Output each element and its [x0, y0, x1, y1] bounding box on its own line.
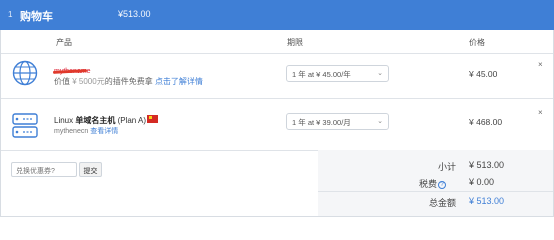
period-select[interactable]: 1 年 at ¥ 39.00/月 ⌄	[286, 113, 389, 130]
column-price: 价格	[469, 38, 485, 47]
divider	[1, 53, 553, 54]
tax-label: 税费?	[386, 177, 446, 190]
divider	[318, 191, 553, 192]
subtotal-value: ¥ 513.00	[469, 160, 505, 170]
chevron-down-icon: ⌄	[377, 70, 383, 77]
globe-icon	[12, 60, 38, 86]
view-details-link[interactable]: 查看详情	[90, 128, 118, 135]
product-domain: mythenecn 查看详情	[54, 128, 119, 135]
china-flag-icon	[147, 115, 158, 123]
tax-value: ¥ 0.00	[469, 177, 495, 187]
column-period: 期限	[287, 38, 303, 47]
coupon-input[interactable]	[11, 162, 77, 177]
total-label: 总金额	[428, 198, 456, 208]
product-description: 价值 ¥ 5000元的插件免费拿 点击了解详情	[54, 77, 203, 86]
server-icon	[12, 113, 38, 138]
coupon-submit-button[interactable]: 提交	[79, 162, 102, 177]
header-total: ¥513.00	[118, 9, 151, 19]
step-number: 1	[8, 10, 13, 19]
item-price: ¥ 468.00	[469, 117, 503, 127]
help-icon[interactable]: ?	[438, 181, 446, 189]
details-link[interactable]: 点击了解详情	[155, 77, 203, 86]
remove-item-button[interactable]: ×	[538, 60, 543, 69]
subtotal-label: 小计	[437, 162, 456, 172]
item-price: ¥ 45.00	[469, 69, 498, 79]
remove-item-button[interactable]: ×	[538, 108, 543, 117]
period-select[interactable]: 1 年 at ¥ 45.00/年 ⌄	[286, 65, 389, 82]
column-product: 产品	[56, 38, 72, 47]
divider	[1, 98, 553, 99]
product-name: Linux 单域名主机 (Plan A)	[54, 116, 147, 125]
cart-header: 1 购物车 ¥513.00	[0, 0, 554, 30]
cart-title: 购物车	[20, 11, 53, 23]
chevron-down-icon: ⌄	[377, 118, 383, 125]
total-value: ¥ 513.00	[469, 196, 505, 206]
